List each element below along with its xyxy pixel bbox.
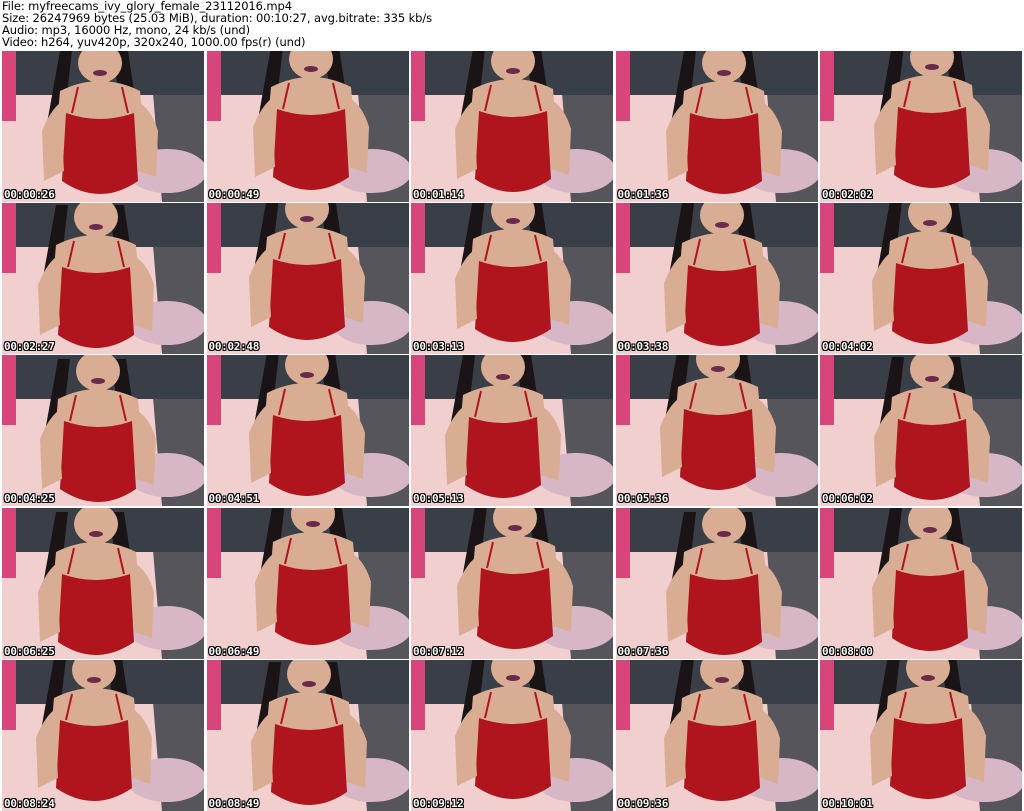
frame-image	[2, 203, 204, 355]
frame-image	[2, 355, 204, 507]
thumbnail-timestamp: 00:02:02	[822, 188, 873, 201]
frame-image	[206, 51, 409, 202]
thumbnail-timestamp: 00:02:27	[4, 340, 55, 354]
thumbnail-timestamp: 00:09:12	[413, 796, 464, 810]
video-thumbnail: 00:01:36	[615, 51, 818, 202]
video-thumbnail: 00:07:12	[411, 507, 613, 659]
thumbnail-timestamp: 00:01:14	[413, 188, 464, 201]
frame-image	[206, 355, 409, 507]
frame-image	[411, 507, 613, 659]
thumbnail-timestamp: 00:03:38	[617, 340, 669, 354]
thumbnail-timestamp: 00:05:36	[617, 492, 669, 506]
thumbnail-timestamp: 00:00:49	[208, 188, 260, 201]
frame-image	[615, 659, 818, 811]
thumbnail-timestamp: 00:10:01	[822, 796, 873, 810]
video-thumbnail: 00:06:25	[2, 507, 204, 659]
video-info-header: File: myfreecams_ivy_glory_female_231120…	[0, 0, 1024, 50]
frame-image	[820, 507, 1022, 659]
frame-image	[206, 203, 409, 355]
thumbnail-timestamp: 00:07:12	[413, 644, 464, 658]
frame-image	[206, 659, 409, 811]
frame-image	[820, 51, 1022, 202]
frame-image	[615, 507, 818, 659]
frame-image	[411, 355, 613, 507]
video-thumbnail: 00:06:02	[820, 355, 1022, 507]
thumbnail-timestamp: 00:06:02	[822, 492, 873, 506]
frame-image	[411, 203, 613, 355]
thumbnail-timestamp: 00:00:26	[4, 188, 55, 201]
video-thumbnail: 00:09:12	[411, 659, 613, 811]
video-thumbnail: 00:08:49	[206, 659, 409, 811]
video-thumbnail: 00:00:49	[206, 51, 409, 202]
video-thumbnail: 00:06:49	[206, 507, 409, 659]
thumbnail-timestamp: 00:02:48	[208, 340, 260, 354]
frame-image	[615, 203, 818, 355]
thumbnail-timestamp: 00:06:25	[4, 644, 55, 658]
video-thumbnail: 00:03:38	[615, 203, 818, 355]
video-thumbnail: 00:02:48	[206, 203, 409, 355]
video-thumbnail: 00:09:36	[615, 659, 818, 811]
video-thumbnail: 00:08:00	[820, 507, 1022, 659]
video-info-line: Video: h264, yuv420p, 320x240, 1000.00 f…	[2, 35, 306, 49]
thumbnail-timestamp: 00:08:49	[208, 796, 260, 810]
thumbnail-timestamp: 00:06:49	[208, 644, 260, 658]
thumbnail-timestamp: 00:03:13	[413, 340, 464, 354]
video-thumbnail: 00:00:26	[2, 51, 204, 202]
thumbnail-timestamp: 00:08:24	[4, 796, 55, 810]
video-thumbnail: 00:02:27	[2, 203, 204, 355]
video-thumbnail: 00:02:02	[820, 51, 1022, 202]
video-thumbnail: 00:04:51	[206, 355, 409, 507]
video-thumbnail: 00:05:13	[411, 355, 613, 507]
thumbnail-timestamp: 00:04:25	[4, 492, 55, 506]
frame-image	[411, 51, 613, 202]
video-thumbnail: 00:04:25	[2, 355, 204, 507]
frame-image	[411, 659, 613, 811]
video-thumbnail: 00:10:01	[820, 659, 1022, 811]
thumbnail-timestamp: 00:04:51	[208, 492, 260, 506]
frame-image	[2, 659, 204, 811]
frame-image	[820, 355, 1022, 507]
thumbnail-timestamp: 00:04:02	[822, 340, 873, 354]
video-thumbnail: 00:03:13	[411, 203, 613, 355]
frame-image	[206, 507, 409, 659]
video-thumbnail: 00:05:36	[615, 355, 818, 507]
thumbnail-timestamp: 00:05:13	[413, 492, 464, 506]
frame-image	[820, 203, 1022, 355]
frame-image	[820, 659, 1022, 811]
thumbnail-timestamp: 00:08:00	[822, 644, 873, 658]
video-thumbnail: 00:01:14	[411, 51, 613, 202]
frame-image	[615, 51, 818, 202]
video-thumbnail: 00:08:24	[2, 659, 204, 811]
frame-image	[2, 507, 204, 659]
frame-image	[2, 51, 204, 202]
video-thumbnail: 00:07:36	[615, 507, 818, 659]
thumbnail-timestamp: 00:07:36	[617, 644, 669, 658]
thumbnail-grid: 00:00:26 00:00:49 00:01:14 00:01:36 00:02:02…	[2, 51, 1022, 811]
video-thumbnail: 00:04:02	[820, 203, 1022, 355]
thumbnail-timestamp: 00:01:36	[617, 188, 669, 201]
thumbnail-timestamp: 00:09:36	[617, 796, 669, 810]
frame-image	[615, 355, 818, 507]
